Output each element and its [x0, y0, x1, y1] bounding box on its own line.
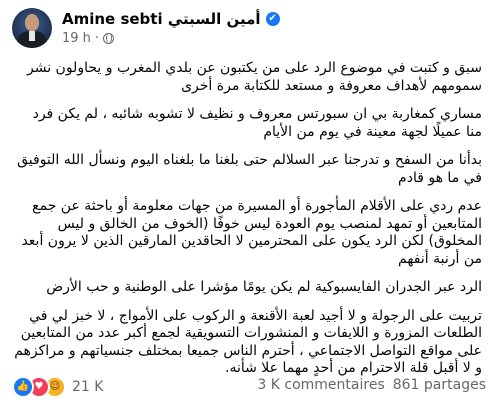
reaction-summary[interactable]: 👍 ♥ ☺ 21 K: [12, 376, 103, 398]
shares-count-link[interactable]: 861 partages: [393, 377, 486, 393]
author-name-row[interactable]: Amine sebti أمين السبتي ✔: [62, 10, 280, 28]
reaction-count[interactable]: 21 K: [72, 379, 103, 395]
post-paragraph: عدم ردي على الأقلام المأجورة أو المسيرة …: [21, 198, 482, 267]
post-body: سبق و كتبت في موضوع الرد على من يكتبون ع…: [14, 60, 482, 389]
post-paragraph: تربيت على الرجولة و لا أجيد لعبة الأقنعة…: [14, 307, 482, 377]
post-header: Amine sebti أمين السبتي ✔ 19 h ·: [12, 8, 482, 54]
comments-count-link[interactable]: 3 K commentaires: [257, 377, 384, 393]
meta-separator: ·: [94, 31, 100, 46]
post-meta: 19 h ·: [62, 31, 115, 46]
post-paragraph: سبق و كتبت في موضوع الرد على من يكتبون ع…: [26, 60, 482, 94]
engagement-stats: 3 K commentaires 861 partages: [257, 377, 486, 393]
avatar-collar: [29, 31, 35, 41]
post-paragraph: بدأنا من السفح و تدرجنا عبر السلالم حتى …: [17, 152, 482, 186]
post-footer: 👍 ♥ ☺ 21 K 3 K commentaires 861 partages: [12, 376, 486, 398]
post-paragraph: الرد عبر الجدران الفايسبوكية لم يكن يومً…: [46, 279, 482, 295]
post-paragraph: مساري كمغاربة بي ان سبورتس معروف و نظيف …: [32, 106, 482, 140]
author-name[interactable]: Amine sebti أمين السبتي: [62, 10, 261, 28]
facebook-post: Amine sebti أمين السبتي ✔ 19 h · سبق و ك…: [0, 0, 497, 408]
author-avatar[interactable]: [12, 8, 52, 48]
post-time[interactable]: 19 h: [62, 31, 91, 46]
globe-icon: [103, 33, 115, 44]
like-reaction-icon: 👍: [12, 376, 34, 398]
avatar-face: [25, 14, 39, 31]
verified-badge-icon: ✔: [265, 12, 280, 26]
